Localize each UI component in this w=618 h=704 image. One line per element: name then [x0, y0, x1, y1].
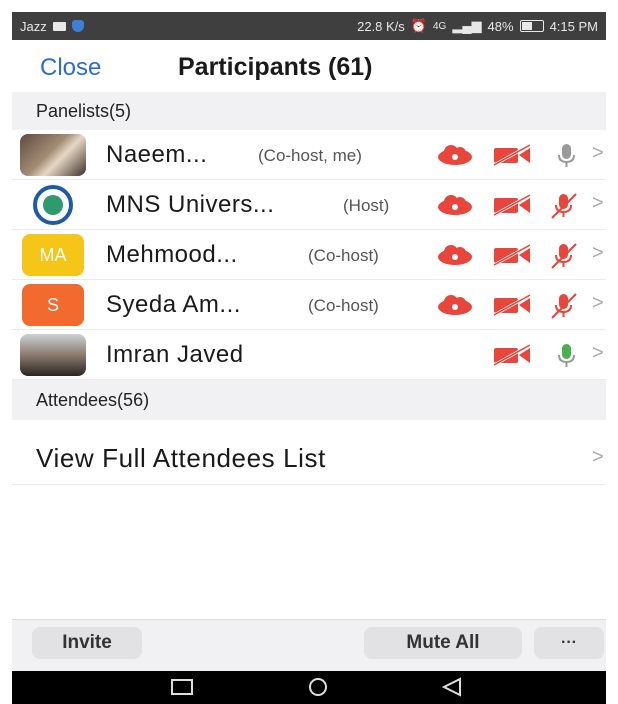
chevron-right-icon: > — [592, 342, 604, 364]
alarm-icon: ⏰ — [410, 18, 427, 33]
zoom-participants-screen: Jazz 22.8 K/s ⏰ 4G ▂▄▆ 48% 4:15 PM Close… — [12, 12, 606, 704]
participant-name: Naeem... — [106, 141, 208, 168]
video-off-icon — [493, 243, 531, 267]
video-off-icon — [493, 293, 531, 317]
more-button[interactable]: ··· — [534, 627, 604, 659]
shield-icon — [71, 20, 84, 32]
nav-square-icon[interactable] — [170, 677, 194, 697]
avatar — [20, 134, 86, 176]
participant-role: (Co-host) — [308, 296, 379, 315]
status-bar: Jazz 22.8 K/s ⏰ 4G ▂▄▆ 48% 4:15 PM — [12, 12, 606, 40]
cloud-record-icon — [438, 295, 472, 315]
mic-muted-icon — [551, 243, 577, 269]
network-speed: 22.8 K/s — [357, 18, 405, 34]
invite-button[interactable]: Invite — [32, 627, 142, 659]
close-button[interactable]: Close — [40, 54, 101, 82]
chevron-right-icon: > — [592, 292, 604, 314]
clock: 4:15 PM — [549, 18, 598, 34]
chevron-right-icon: > — [592, 192, 604, 214]
chevron-right-icon: > — [592, 446, 604, 468]
participant-role: (Co-host) — [308, 246, 379, 265]
signal-icon: ▂▄▆ — [452, 18, 482, 33]
cloud-record-icon — [438, 195, 472, 215]
nav-circle-icon[interactable] — [306, 677, 330, 697]
mic-muted-icon — [551, 193, 577, 219]
participant-role: (Host) — [343, 196, 390, 215]
cloud-record-icon — [438, 245, 472, 265]
participants-header: Close Participants (61) — [12, 40, 606, 92]
view-full-attendees-label: View Full Attendees List — [36, 443, 326, 473]
participant-name: Mehmood... — [106, 241, 238, 268]
notification-icon — [52, 21, 66, 31]
participant-row-naeem[interactable]: Naeem... (Co-host, me) > — [12, 130, 606, 180]
participant-row-mns[interactable]: MNS Univers... (Host) > — [12, 180, 606, 230]
view-full-attendees-row[interactable]: View Full Attendees List > — [12, 430, 606, 485]
bottom-toolbar: Invite Mute All ··· — [12, 619, 606, 672]
video-off-icon — [493, 193, 531, 217]
participant-name: Syeda Am... — [106, 291, 241, 318]
page-title: Participants (61) — [178, 53, 373, 81]
carrier-label: Jazz — [20, 18, 47, 34]
network-type: 4G — [432, 20, 447, 32]
video-off-icon — [493, 343, 531, 367]
avatar: S — [22, 284, 84, 326]
participant-row-syeda[interactable]: S Syeda Am... (Co-host) > — [12, 280, 606, 330]
participant-name: Imran Javed — [106, 341, 244, 368]
nav-back-icon[interactable] — [440, 677, 464, 697]
chevron-right-icon: > — [592, 242, 604, 264]
panelists-section-header: Panelists(5) — [12, 92, 606, 130]
video-off-icon — [493, 143, 531, 167]
participant-row-imran[interactable]: Imran Javed > — [12, 330, 606, 380]
attendees-section-header: Attendees(56) — [12, 380, 606, 420]
avatar — [20, 184, 86, 226]
cloud-record-icon — [438, 145, 472, 165]
battery-icon — [519, 20, 544, 32]
participant-name: MNS Univers... — [106, 191, 275, 218]
android-nav-bar — [12, 671, 606, 704]
mic-active-icon — [558, 344, 575, 367]
avatar: MA — [22, 234, 84, 276]
mute-all-button[interactable]: Mute All — [364, 627, 522, 659]
chevron-right-icon: > — [592, 142, 604, 164]
avatar — [20, 334, 86, 376]
battery-percent: 48% — [487, 18, 514, 34]
mic-muted-icon — [551, 293, 577, 319]
mic-muted-icon — [558, 144, 575, 167]
participant-role: (Co-host, me) — [258, 146, 362, 165]
participant-row-mehmood[interactable]: MA Mehmood... (Co-host) > — [12, 230, 606, 280]
